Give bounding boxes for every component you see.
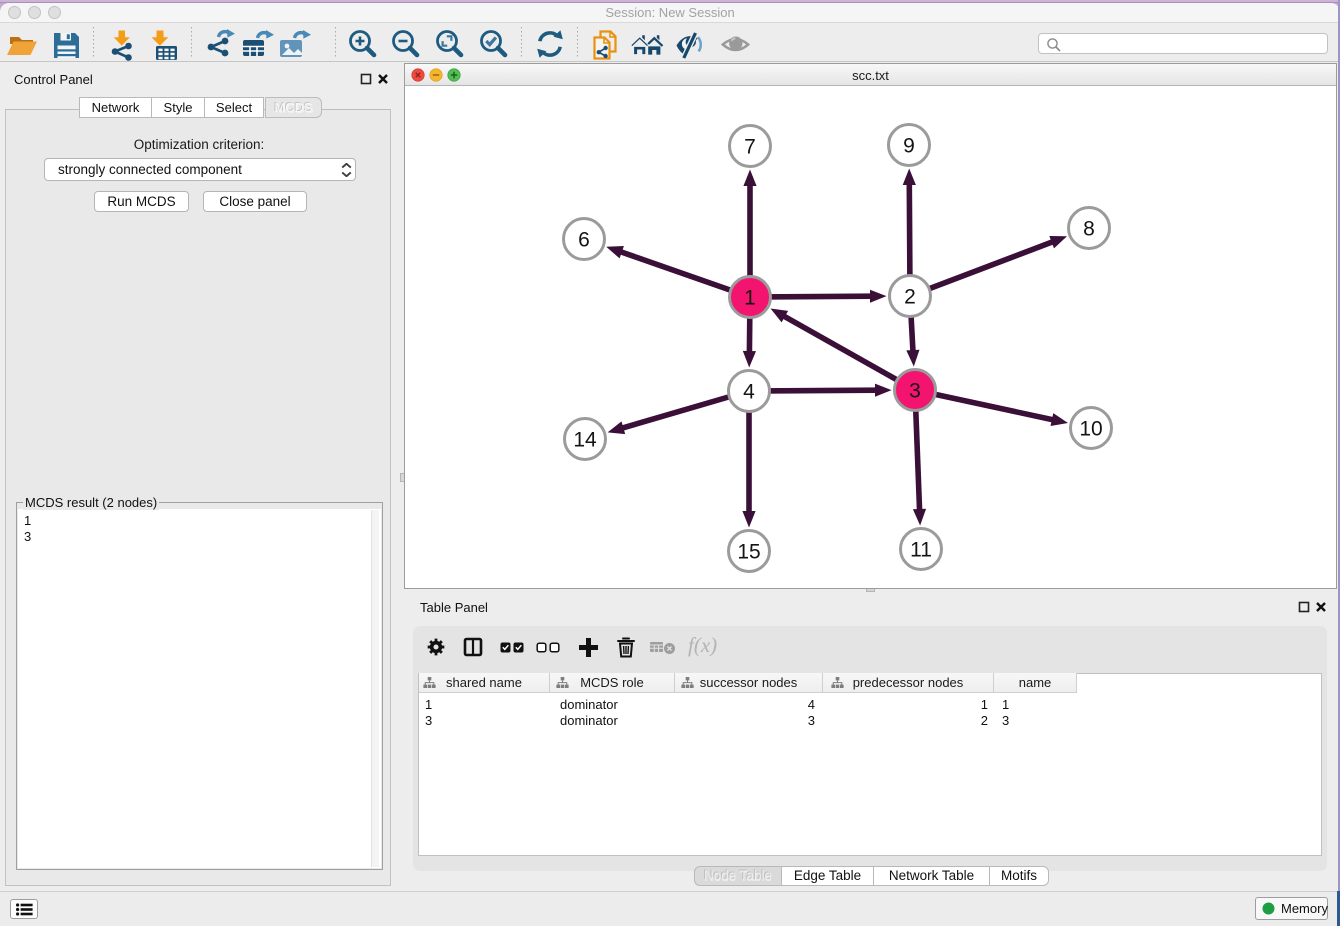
svg-text:10: 10 [1079,418,1102,441]
svg-text:1: 1 [744,287,756,310]
svg-text:8: 8 [1083,218,1095,241]
svg-text:15: 15 [737,541,760,564]
svg-text:7: 7 [744,136,756,159]
svg-text:9: 9 [903,135,915,158]
svg-text:14: 14 [573,429,597,452]
svg-text:2: 2 [904,286,916,309]
svg-text:3: 3 [909,380,921,403]
svg-text:6: 6 [578,229,590,252]
svg-text:4: 4 [743,381,755,404]
svg-text:11: 11 [910,539,932,562]
